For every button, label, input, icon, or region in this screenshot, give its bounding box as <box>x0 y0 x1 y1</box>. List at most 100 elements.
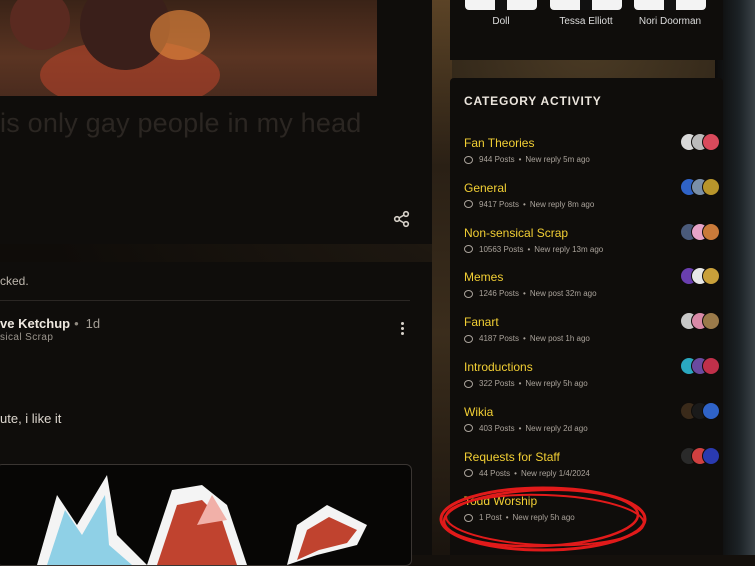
category-meta: 44 Posts • New reply 1/4/2024 <box>464 469 714 478</box>
member-name: Doll <box>492 16 510 27</box>
comment-bubble-icon <box>464 155 473 164</box>
category-meta: 403 Posts • New reply 2d ago <box>464 424 714 433</box>
comment-bubble-icon <box>464 289 473 298</box>
category-item[interactable]: General 9417 Posts • New reply 8m ago <box>464 177 720 209</box>
category-post-count: 1246 Posts <box>479 289 520 299</box>
category-last-activity: New reply 5h ago <box>525 379 588 388</box>
separator-dot: • <box>74 316 79 331</box>
member-card[interactable]: Doll <box>464 0 538 27</box>
category-name[interactable]: General <box>464 181 714 195</box>
avatar[interactable] <box>702 312 720 331</box>
separator-dot: • <box>523 289 526 299</box>
separator-dot: • <box>518 423 522 433</box>
reply-category[interactable]: sical Scrap <box>0 332 53 343</box>
avatar[interactable] <box>702 267 720 286</box>
category-post-count: 44 Posts <box>479 468 511 478</box>
comment-bubble-icon <box>464 379 473 388</box>
category-last-activity: New post 32m ago <box>529 289 597 299</box>
category-meta: 4187 Posts • New post 1h ago <box>464 334 714 343</box>
avatar[interactable] <box>702 357 720 375</box>
category-meta: 9417 Posts • New reply 8m ago <box>464 200 714 209</box>
comment-bubble-icon <box>464 469 473 478</box>
post-image[interactable] <box>0 0 377 96</box>
category-name[interactable]: Introductions <box>464 360 714 374</box>
avatar[interactable] <box>702 177 720 196</box>
avatar[interactable] <box>702 401 720 420</box>
member-avatar <box>634 0 706 10</box>
category-last-activity: New reply 2d ago <box>525 423 588 433</box>
reply-author[interactable]: ve Ketchup <box>0 316 70 331</box>
category-item[interactable]: Wikia 403 Posts • New reply 2d ago <box>464 401 720 433</box>
category-last-activity: New reply 13m ago <box>534 244 604 254</box>
background-streak <box>432 0 452 555</box>
reply-image[interactable] <box>0 464 412 566</box>
category-item[interactable]: Memes 1246 Posts • New post 32m ago <box>464 267 720 298</box>
category-post-count: 944 Posts <box>479 155 515 164</box>
category-post-count: 403 Posts <box>479 423 515 433</box>
category-item[interactable]: Requests for Staff 44 Posts • New reply 1/4… <box>464 446 720 478</box>
sticker-art <box>37 475 367 565</box>
category-name[interactable]: Fan Theories <box>464 136 714 150</box>
category-meta: 1246 Posts • New post 32m ago <box>464 289 714 298</box>
comment-bubble-icon <box>464 424 473 433</box>
category-item[interactable]: Introductions 322 Posts • New reply 5h ago <box>464 357 720 388</box>
avatar[interactable] <box>702 446 720 465</box>
share-icon[interactable] <box>393 210 411 228</box>
member-name: Nori Doorman <box>638 16 702 27</box>
member-avatar <box>465 0 537 10</box>
category-last-activity: New reply 5h ago <box>512 513 575 523</box>
more-options-icon[interactable] <box>396 320 408 340</box>
recent-poster-avatars <box>680 446 720 465</box>
category-meta: 322 Posts • New reply 5h ago <box>464 379 714 388</box>
category-post-count: 322 Posts <box>479 379 515 388</box>
members-strip: Doll Tessa Elliott Nori Doorman <box>450 0 723 60</box>
category-meta: 10563 Posts • New reply 13m ago <box>464 245 714 254</box>
category-last-activity: New reply 1/4/2024 <box>520 468 590 478</box>
category-name[interactable]: Wikia <box>464 405 714 419</box>
locked-notice: cked. <box>0 274 29 288</box>
reply-time: 1d <box>85 316 101 331</box>
member-card[interactable]: Tessa Elliott <box>549 0 623 27</box>
separator-dot: • <box>518 379 522 388</box>
category-item[interactable]: Non-sensical Scrap 10563 Posts • New reply … <box>464 222 720 254</box>
category-last-activity: New post 1h ago <box>529 334 590 344</box>
category-last-activity: New reply 5m ago <box>525 155 590 164</box>
member-name: Tessa Elliott <box>559 16 613 27</box>
separator-dot: • <box>527 244 531 254</box>
divider <box>0 300 410 301</box>
panel-title: CATEGORY ACTIVITY <box>464 94 602 108</box>
reply-text: ute, i like it <box>0 411 62 426</box>
recent-poster-avatars <box>680 357 720 375</box>
recent-poster-avatars <box>680 222 720 241</box>
category-name[interactable]: Non-sensical Scrap <box>464 226 714 240</box>
category-item[interactable]: Fan Theories 944 Posts • New reply 5m ago <box>464 133 720 164</box>
category-name[interactable]: Memes <box>464 270 714 284</box>
recent-poster-avatars <box>680 133 720 151</box>
comment-bubble-icon <box>464 334 473 343</box>
separator-dot: • <box>518 155 522 164</box>
category-name[interactable]: Fanart <box>464 315 714 329</box>
comment-bubble-icon <box>464 200 473 209</box>
separator-dot: • <box>523 199 526 209</box>
category-post-count: 4187 Posts <box>479 334 520 344</box>
reply-author-line: ve Ketchup • 1d <box>0 316 100 331</box>
avatar[interactable] <box>702 133 720 151</box>
recent-poster-avatars <box>680 177 720 196</box>
category-last-activity: New reply 8m ago <box>529 199 595 209</box>
category-item[interactable]: Fanart 4187 Posts • New post 1h ago <box>464 312 720 343</box>
category-activity-panel: CATEGORY ACTIVITY Fan Theories 944 Posts •… <box>450 78 723 555</box>
category-post-count: 9417 Posts <box>479 199 520 209</box>
category-item[interactable]: Todd Worship 1 Post • New reply 5h ago <box>464 494 714 522</box>
category-post-count: 10563 Posts <box>479 244 524 254</box>
recent-poster-avatars <box>680 267 720 286</box>
post-card: is only gay people in my head <box>0 0 432 244</box>
separator-dot: • <box>505 513 509 523</box>
avatar[interactable] <box>702 222 720 241</box>
category-name[interactable]: Todd Worship <box>464 494 714 508</box>
category-post-count: 1 Post <box>479 513 502 523</box>
comment-bubble-icon <box>464 513 473 522</box>
recent-poster-avatars <box>680 312 720 331</box>
category-name[interactable]: Requests for Staff <box>464 450 714 464</box>
member-card[interactable]: Nori Doorman <box>633 0 707 27</box>
separator-dot: • <box>523 334 526 344</box>
